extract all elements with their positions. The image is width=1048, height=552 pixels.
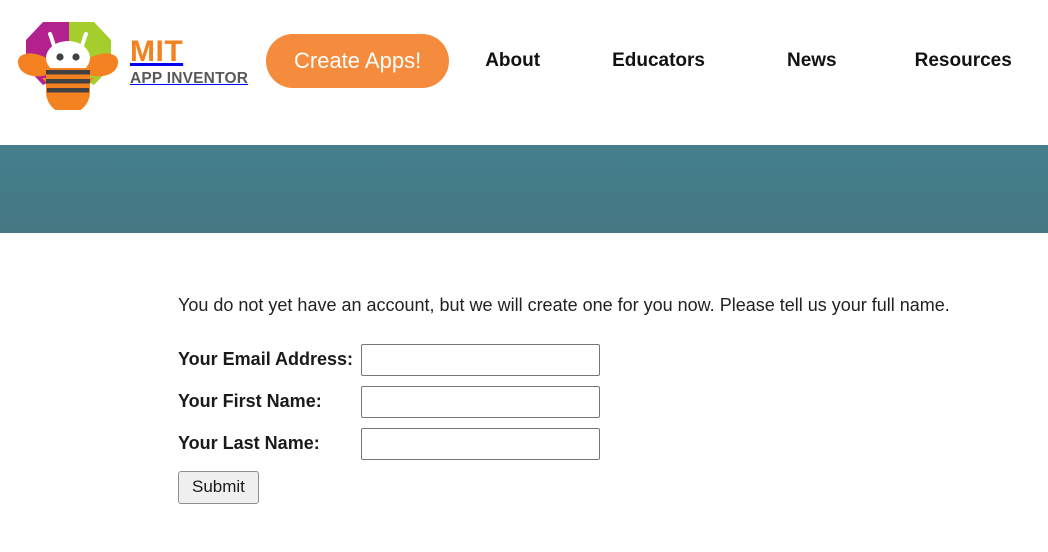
create-apps-button[interactable]: Create Apps! xyxy=(266,33,450,88)
main-navigation: Create Apps! About Educators News Resour… xyxy=(266,0,1048,121)
form-fields-table: Your Email Address: Your First Name: You… xyxy=(178,339,601,504)
site-header: MIT APP INVENTOR Create Apps! About Educ… xyxy=(0,0,1048,145)
form-row-submit: Submit xyxy=(178,465,600,504)
nav-item-educators[interactable]: Educators xyxy=(612,50,705,72)
account-intro-text: You do not yet have an account, but we w… xyxy=(178,295,950,315)
email-field-label: Your Email Address: xyxy=(178,349,354,370)
brand-wordmark-mit: MIT xyxy=(130,35,184,69)
nav-item-news[interactable]: News xyxy=(787,50,837,72)
main-content: You do not yet have an account, but we w… xyxy=(0,233,1048,504)
submit-button-cell: Submit xyxy=(178,465,361,504)
brand-logo-link[interactable]: MIT APP INVENTOR xyxy=(12,8,264,114)
hero-banner xyxy=(0,145,1048,233)
form-row-last-name: Your Last Name: xyxy=(178,423,601,465)
form-input-cell xyxy=(361,381,601,423)
submit-row-spacer xyxy=(361,465,600,504)
brand-wordmark: MIT APP INVENTOR xyxy=(130,33,248,87)
app-inventor-bee-logo-icon xyxy=(12,10,124,114)
form-label-cell: Your Last Name: xyxy=(178,423,361,465)
last-name-field-label: Your Last Name: xyxy=(178,433,320,454)
first-name-field-label: Your First Name: xyxy=(178,391,322,412)
submit-button[interactable]: Submit xyxy=(178,470,259,504)
create-account-form: Your Email Address: Your First Name: You… xyxy=(0,317,1048,504)
form-input-cell xyxy=(361,339,601,381)
form-label-cell: Your First Name: xyxy=(178,381,361,423)
last-name-input[interactable] xyxy=(361,427,601,460)
form-row-first-name: Your First Name: xyxy=(178,381,601,423)
form-row-email: Your Email Address: xyxy=(178,339,601,381)
form-label-cell: Your Email Address: xyxy=(178,339,361,381)
first-name-input[interactable] xyxy=(361,385,601,418)
email-input[interactable] xyxy=(361,343,601,376)
nav-item-about[interactable]: About xyxy=(485,50,540,72)
form-input-cell xyxy=(361,423,601,465)
nav-item-resources[interactable]: Resources xyxy=(915,50,1012,72)
brand-wordmark-app-inventor: APP INVENTOR xyxy=(130,70,249,88)
